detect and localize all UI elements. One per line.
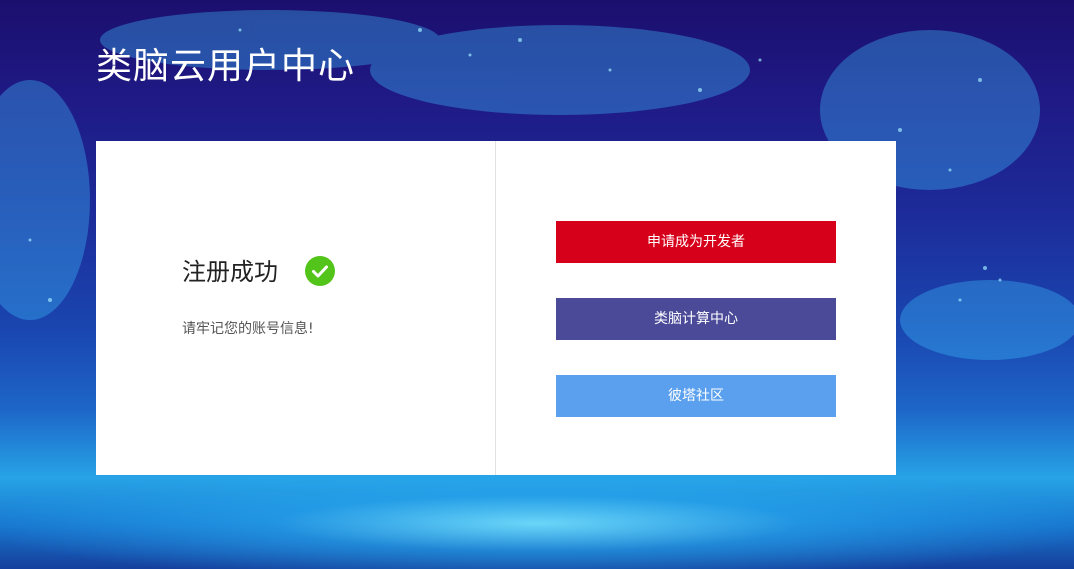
apply-developer-button[interactable]: 申请成为开发者 <box>556 221 836 263</box>
check-circle-icon <box>305 256 335 286</box>
card-divider <box>495 141 496 475</box>
success-message: 请牢记您的账号信息! <box>182 321 314 337</box>
success-title: 注册成功 <box>182 258 278 286</box>
bita-community-button[interactable]: 彼塔社区 <box>556 375 836 417</box>
registration-result-card: 注册成功 请牢记您的账号信息! 申请成为开发者 类脑计算中心 彼塔社区 <box>96 141 896 475</box>
page-title: 类脑云用户中心 <box>96 46 356 87</box>
brain-computing-center-button[interactable]: 类脑计算中心 <box>556 298 836 340</box>
